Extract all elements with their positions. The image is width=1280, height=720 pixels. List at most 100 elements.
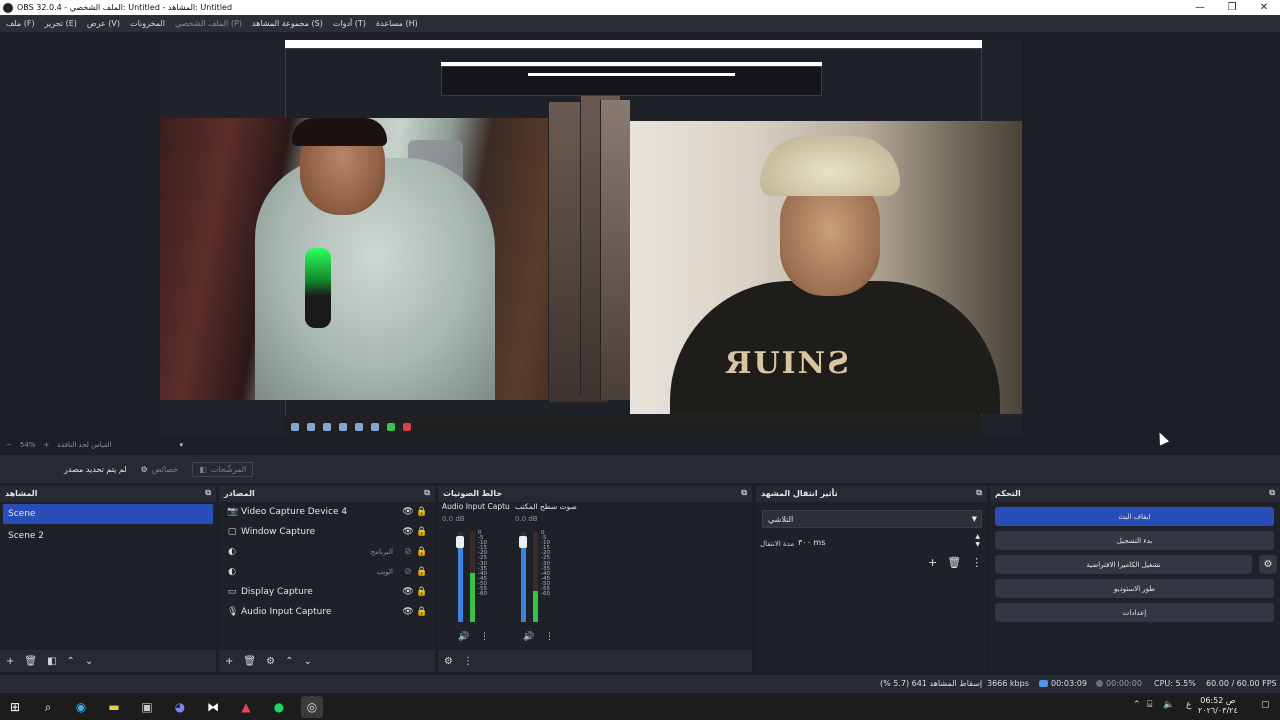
more-options-icon[interactable]: ⋮ [971, 556, 982, 569]
discord-icon[interactable]: ◕ [169, 696, 191, 718]
sources-dock-title: المصادر [224, 488, 255, 498]
remove-transition-icon[interactable]: 🗑 [947, 556, 961, 569]
preview-area[interactable]: OBS 32.0.4 - الملف الشخصي: Untitled - ال… [0, 32, 1280, 446]
live-status: 00:03:09 [1039, 679, 1087, 688]
eye-hidden-icon[interactable]: ⊘ [401, 567, 415, 577]
eye-icon[interactable]: 👁 [401, 607, 415, 617]
duration-input[interactable]: ٣٠٠ ms ▲ ▼ [794, 533, 984, 551]
start-recording-button[interactable]: بدء التسجيل [995, 531, 1274, 550]
menu-profile[interactable]: الملف الشخصي (P) [175, 19, 242, 28]
app-icon[interactable]: ▣ [136, 696, 158, 718]
close-button[interactable]: ✕ [1248, 2, 1280, 13]
chevron-up-icon[interactable]: ⌃ [1133, 700, 1141, 710]
lock-icon[interactable]: 🔒 [415, 607, 429, 617]
source-properties-icon[interactable]: ⚙ [266, 656, 275, 667]
adobe-icon[interactable]: ▲ [235, 696, 257, 718]
minimize-button[interactable]: — [1184, 2, 1216, 13]
more-options-icon[interactable]: ⋮ [545, 632, 554, 642]
source-item[interactable]: ▢ Window Capture 👁 🔒 [219, 522, 435, 542]
source-item[interactable]: ◐ البرنامج ⊘ 🔒 [219, 542, 435, 562]
transition-select[interactable]: التلاشي ▼ [762, 510, 982, 528]
stop-streaming-button[interactable]: ايقاف البث [995, 507, 1274, 526]
spotify-icon[interactable]: ● [268, 696, 290, 718]
studio-mode-button[interactable]: طور الاستوديو [995, 579, 1274, 598]
settings-button[interactable]: إعدادات [995, 603, 1274, 622]
maximize-button[interactable]: ❐ [1216, 2, 1248, 13]
move-down-icon[interactable]: ⌄ [303, 656, 311, 667]
network-icon[interactable]: ⌸ [1147, 700, 1152, 710]
start-virtual-camera-button[interactable]: تشغيل الكاميرا الافتراضية [995, 555, 1252, 574]
volume-icon[interactable]: 🔈 [1163, 700, 1174, 710]
keyboard-language[interactable]: ع [1186, 700, 1191, 710]
undock-icon[interactable]: ⧉ [976, 488, 982, 498]
obs-taskbar-icon[interactable]: ◎ [301, 696, 323, 718]
zoom-fit-label[interactable]: القياس لحد النافذة [57, 441, 111, 449]
chevron-down-icon[interactable]: ▾ [180, 441, 184, 449]
status-bar: إسقاط المشاهد 641 (5.7 %) 3666 kbps 00:0… [0, 675, 1280, 693]
scene-item[interactable]: Scene [3, 504, 213, 524]
speaker-icon[interactable]: 🔊 [458, 632, 469, 642]
move-up-icon[interactable]: ⌃ [285, 656, 293, 667]
source-item[interactable]: 📷 Video Capture Device 4 👁 🔒 [219, 502, 435, 522]
move-up-icon[interactable]: ⌃ [67, 656, 75, 667]
rec-status: 00:00:00 [1096, 679, 1142, 688]
move-down-icon[interactable]: ⌄ [85, 656, 93, 667]
volume-fader-handle[interactable] [456, 536, 464, 548]
source-item[interactable]: ▭ Display Capture 👁 🔒 [219, 582, 435, 602]
eye-icon[interactable]: 👁 [401, 527, 415, 537]
menu-help[interactable]: مساعدة (H) [376, 19, 418, 28]
search-icon[interactable]: ⌕ [37, 696, 59, 718]
more-options-icon[interactable]: ⋮ [480, 632, 489, 642]
advanced-audio-icon[interactable]: ⚙ [444, 656, 453, 667]
undock-icon[interactable]: ⧉ [205, 488, 211, 498]
menu-scene-collection[interactable]: مجموعة المشاهد (S) [252, 19, 323, 28]
undock-icon[interactable]: ⧉ [741, 488, 747, 498]
lock-icon[interactable]: 🔒 [415, 507, 429, 517]
remove-scene-icon[interactable]: 🗑 [24, 656, 37, 667]
eye-icon[interactable]: 👁 [401, 507, 415, 517]
notifications-icon[interactable]: ▢ [1261, 700, 1270, 710]
source-item[interactable]: 🎙 Audio Input Capture 👁 🔒 [219, 602, 435, 622]
meter-tick-label: -60 [541, 591, 550, 598]
add-source-icon[interactable]: + [225, 656, 233, 667]
controls-dock: التحكم ⧉ ايقاف البث بدء التسجيل تشغيل ال… [990, 486, 1280, 672]
add-transition-icon[interactable]: + [928, 556, 937, 569]
menu-view[interactable]: عرض (V) [87, 19, 120, 28]
add-scene-icon[interactable]: + [6, 656, 14, 667]
controls-body: ايقاف البث بدء التسجيل تشغيل الكاميرا ال… [990, 502, 1280, 672]
filters-button[interactable]: ◧ المرشّحات [192, 461, 254, 477]
remove-source-icon[interactable]: 🗑 [243, 656, 256, 667]
menu-docks[interactable]: المخزونات [130, 19, 165, 28]
eye-icon[interactable]: 👁 [401, 587, 415, 597]
file-explorer-icon[interactable]: ▬ [103, 696, 125, 718]
system-clock[interactable]: 06:52 ص ٢٠٢٦/٠٣/٢٤ [1198, 696, 1238, 716]
lock-icon[interactable]: 🔒 [415, 527, 429, 537]
controls-dock-header: التحكم ⧉ [990, 486, 1280, 500]
scene-filters-icon[interactable]: ◧ [47, 656, 56, 667]
lock-icon[interactable]: 🔒 [415, 567, 429, 577]
properties-button[interactable]: ⚙ خصائص [141, 465, 179, 474]
speaker-icon[interactable]: 🔊 [523, 632, 534, 642]
eye-hidden-icon[interactable]: ⊘ [401, 547, 415, 557]
menu-tools[interactable]: أدوات (T) [333, 19, 366, 28]
zoom-in-button[interactable]: + [43, 441, 49, 449]
capcut-icon[interactable]: ⧓ [202, 696, 224, 718]
edge-icon[interactable]: ◉ [70, 696, 92, 718]
spinner-icon[interactable]: ▲ ▼ [975, 533, 980, 549]
virtual-camera-settings-icon[interactable]: ⚙ [1259, 555, 1277, 574]
menu-file[interactable]: ملف (F) [6, 19, 35, 28]
undock-icon[interactable]: ⧉ [1269, 488, 1275, 498]
scene-item[interactable]: Scene 2 [3, 526, 213, 546]
source-item[interactable]: ◐ الويب ⊘ 🔒 [219, 562, 435, 582]
windows-start-icon[interactable]: ⊞ [4, 696, 26, 718]
more-options-icon[interactable]: ⋮ [463, 656, 473, 667]
zoom-out-button[interactable]: − [6, 441, 12, 449]
preview-canvas[interactable]: OBS 32.0.4 - الملف الشخصي: Untitled - ال… [160, 40, 1022, 436]
nested-taskbar-icon [307, 422, 315, 431]
undock-icon[interactable]: ⧉ [424, 488, 430, 498]
nested-title-bar: OBS 32.0.4 - الملف الشخصي: Untitled - ال… [285, 40, 982, 56]
lock-icon[interactable]: 🔒 [415, 587, 429, 597]
menu-edit[interactable]: تحرير (E) [45, 19, 77, 28]
volume-fader-handle[interactable] [519, 536, 527, 548]
lock-icon[interactable]: 🔒 [415, 547, 429, 557]
